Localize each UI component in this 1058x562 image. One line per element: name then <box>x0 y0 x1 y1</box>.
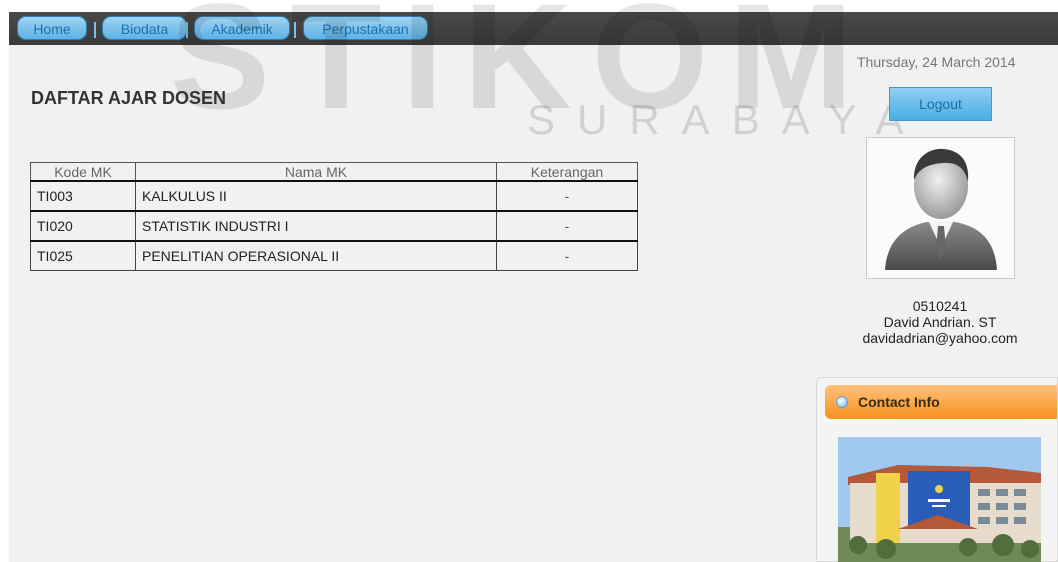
table-row: TI025 PENELITIAN OPERASIONAL II - <box>30 240 638 271</box>
top-navbar: Home Biodata Akademik Perpustakaan <box>9 12 1058 45</box>
contact-info-label: Contact Info <box>858 394 940 410</box>
bullet-icon <box>836 396 848 408</box>
cell-keterangan: - <box>496 240 638 271</box>
cell-kode: TI003 <box>30 180 136 212</box>
nav-separator <box>94 22 96 38</box>
table-row: TI003 KALKULUS II - <box>30 180 638 212</box>
cell-nama: STATISTIK INDUSTRI I <box>135 210 497 242</box>
table-header-row: Kode MK Nama MK Keterangan <box>30 162 638 182</box>
cell-kode: TI020 <box>30 210 136 242</box>
table-row: TI020 STATISTIK INDUSTRI I - <box>30 210 638 242</box>
teaching-schedule-table: Kode MK Nama MK Keterangan TI003 KALKULU… <box>30 162 638 271</box>
profile-id: 0510241 <box>912 298 968 314</box>
nav-home-button[interactable]: Home <box>17 16 87 40</box>
contact-info-header: Contact Info <box>825 385 1057 419</box>
profile-email: davidadrian@yahoo.com <box>862 330 1018 346</box>
nav-akademik-button[interactable]: Akademik <box>194 16 290 40</box>
cell-nama: KALKULUS II <box>135 180 497 212</box>
cell-kode: TI025 <box>30 240 136 271</box>
current-date: Thursday, 24 March 2014 <box>857 54 1016 70</box>
page-title: DAFTAR AJAR DOSEN <box>31 88 227 108</box>
profile-info: 0510241 David Andrian. ST davidadrian@ya… <box>830 298 1050 346</box>
nav-separator <box>294 22 296 38</box>
profile-name: David Andrian. ST <box>883 314 997 330</box>
avatar <box>866 137 1015 279</box>
nav-perpustakaan-button[interactable]: Perpustakaan <box>303 16 428 40</box>
cell-keterangan: - <box>496 210 638 242</box>
column-header-nama: Nama MK <box>135 162 497 182</box>
cell-keterangan: - <box>496 180 638 212</box>
user-silhouette-icon <box>885 148 997 270</box>
nav-biodata-button[interactable]: Biodata <box>102 16 187 40</box>
column-header-kode: Kode MK <box>30 162 136 182</box>
cell-nama: PENELITIAN OPERASIONAL II <box>135 240 497 271</box>
nav-separator <box>186 22 188 38</box>
column-header-keterangan: Keterangan <box>496 162 638 182</box>
logout-button[interactable]: Logout <box>889 87 992 121</box>
campus-building-image <box>838 437 1041 562</box>
